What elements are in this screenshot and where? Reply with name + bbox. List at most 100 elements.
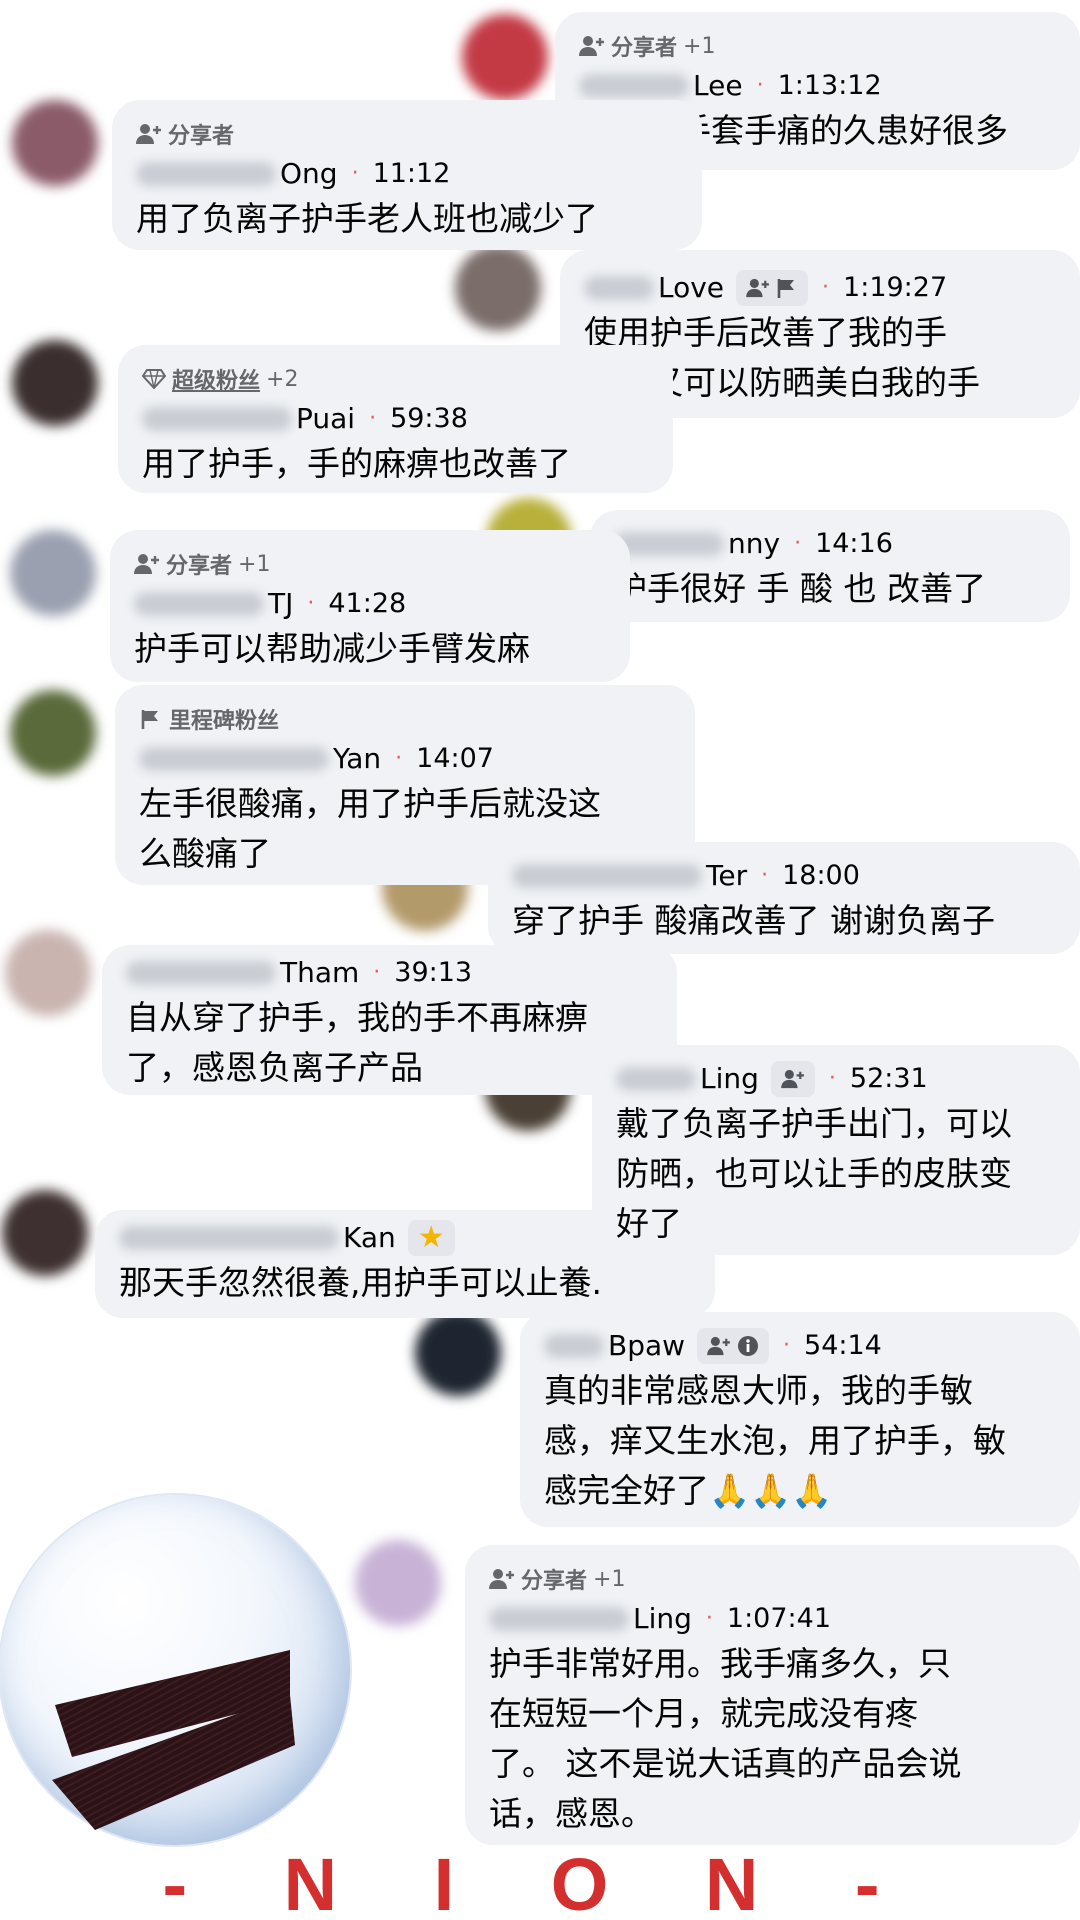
- comment-bubble: Bpaw · 54:14 真的非常感恩大师，我的手敏 感，痒又生水泡，用了护手，…: [520, 1312, 1080, 1527]
- comment-time[interactable]: 1:19:27: [843, 268, 947, 308]
- commenter-name[interactable]: Kan: [343, 1218, 396, 1258]
- commenter-name[interactable]: nny: [728, 524, 780, 564]
- blurred-name: [136, 162, 276, 186]
- avatar[interactable]: [355, 1540, 441, 1626]
- badge-sharer: 分享者: [136, 118, 678, 150]
- badge-super-fan: 超级粉丝 +2: [142, 363, 649, 395]
- comment-time[interactable]: 1:07:41: [727, 1599, 831, 1639]
- meta-separator: ·: [373, 960, 381, 985]
- comment-text: 真的非常感恩大师，我的手敏 感，痒又生水泡，用了护手，敏 感完全好了🙏🙏🙏: [544, 1371, 1006, 1510]
- avatar[interactable]: [10, 530, 96, 616]
- meta-separator: ·: [395, 746, 403, 771]
- commenter-name[interactable]: Puai: [296, 399, 355, 439]
- comment-bubble: 分享者 +1 TJ · 41:28 护手可以帮助减少手臂发麻: [110, 530, 630, 682]
- comment-meta: TJ · 41:28: [134, 584, 606, 624]
- comment-bubble: 分享者 Ong · 11:12 用了负离子护手老人班也减少了: [112, 100, 702, 250]
- comment-text: 护手非常好用。我手痛多久，只 在短短一个月，就完成没有疼 了。 这不是说大话真的…: [489, 1644, 962, 1833]
- comment-time[interactable]: 54:14: [804, 1326, 882, 1366]
- comment-time[interactable]: 14:07: [416, 739, 494, 779]
- avatar[interactable]: [10, 690, 96, 776]
- commenter-name[interactable]: TJ: [268, 584, 293, 624]
- badge-extra: +2: [266, 366, 299, 392]
- person-add-icon: [579, 36, 604, 56]
- blurred-name: [142, 407, 292, 431]
- comment-bubble: Ling · 52:31 戴了负离子护手出门，可以 防晒，也可以让手的皮肤变 好…: [592, 1045, 1080, 1255]
- comment-bubble: Tham · 39:13 自从穿了护手，我的手不再麻痹 了，感恩负离子产品: [102, 945, 677, 1095]
- commenter-name[interactable]: Bpaw: [608, 1326, 685, 1366]
- comment-text: 用了护手，手的麻痹也改善了: [142, 444, 571, 483]
- product-sphere: [0, 1495, 350, 1845]
- badge-label: 分享者: [521, 1569, 588, 1594]
- comment-time[interactable]: 14:16: [815, 524, 893, 564]
- flag-icon: [777, 279, 795, 298]
- comment-meta: nny · 14:16: [614, 524, 1046, 564]
- commenter-name[interactable]: Ling: [633, 1599, 692, 1639]
- meta-separator: ·: [369, 406, 377, 431]
- blurred-name: [139, 747, 329, 771]
- commenter-name[interactable]: Ong: [280, 154, 338, 194]
- badge-sharer: 分享者 +1: [579, 30, 1056, 62]
- meta-separator: ·: [828, 1066, 836, 1091]
- comment-text: 戴了负离子护手出门，可以 防晒，也可以让手的皮肤变 好了: [616, 1104, 1012, 1243]
- comment-text: 护手很好 手 酸 也 改善了: [614, 569, 986, 608]
- comment-time[interactable]: 18:00: [782, 856, 860, 896]
- blurred-name: [134, 592, 264, 616]
- avatar[interactable]: [12, 100, 98, 186]
- badge-sharer: 分享者 +1: [489, 1563, 1056, 1595]
- commenter-name[interactable]: Tham: [280, 953, 359, 993]
- testimonial-collage: 分享者 +1 Lee · 1:13:12 用了护手套手痛的久患好很多 分享者 O…: [0, 0, 1080, 1920]
- comment-meta: Yan · 14:07: [139, 739, 671, 779]
- badge-extra: +1: [238, 551, 271, 577]
- meta-separator: ·: [783, 1333, 791, 1358]
- comment-time[interactable]: 39:13: [394, 953, 472, 993]
- avatar[interactable]: [2, 1190, 88, 1276]
- blurred-name: [544, 1334, 604, 1358]
- star-icon: ★: [417, 1220, 445, 1255]
- meta-separator: ·: [307, 591, 315, 616]
- blurred-name: [489, 1607, 629, 1631]
- badge-chip[interactable]: [697, 1328, 770, 1364]
- commenter-name[interactable]: Lee: [693, 66, 743, 106]
- diamond-icon: [142, 369, 166, 389]
- comment-bubble: nny · 14:16 护手很好 手 酸 也 改善了: [590, 510, 1070, 622]
- comment-time[interactable]: 59:38: [390, 399, 468, 439]
- meta-separator: ·: [822, 275, 830, 300]
- comment-meta: Ling · 52:31: [616, 1059, 1056, 1099]
- comment-text: 护手可以帮助减少手臂发麻: [134, 629, 530, 668]
- comment-meta: Love · 1:19:27: [584, 268, 1056, 308]
- comment-time[interactable]: 11:12: [373, 154, 451, 194]
- comment-time[interactable]: 1:13:12: [778, 66, 882, 106]
- avatar[interactable]: [12, 340, 98, 426]
- meta-separator: ·: [756, 73, 764, 98]
- comment-time[interactable]: 52:31: [850, 1059, 928, 1099]
- commenter-name[interactable]: Yan: [333, 739, 381, 779]
- blurred-name: [616, 1067, 696, 1091]
- avatar[interactable]: [455, 245, 541, 331]
- badge-chip[interactable]: [736, 270, 809, 306]
- badge-sharer: 分享者 +1: [134, 548, 606, 580]
- commenter-name[interactable]: Ter: [706, 856, 747, 896]
- blurred-name: [584, 276, 654, 300]
- flag-icon: [141, 710, 158, 729]
- commenter-name[interactable]: Ling: [700, 1059, 759, 1099]
- avatar[interactable]: [462, 14, 548, 100]
- comment-time[interactable]: 41:28: [328, 584, 406, 624]
- person-add-icon: [489, 1569, 514, 1589]
- badge-label[interactable]: 超级粉丝: [172, 363, 260, 395]
- avatar[interactable]: [415, 1310, 501, 1396]
- commenter-name[interactable]: Love: [658, 268, 724, 308]
- comment-bubble: Ter · 18:00 穿了护手 酸痛改善了 谢谢负离子: [488, 842, 1080, 954]
- meta-separator: ·: [794, 531, 802, 556]
- info-icon: [738, 1336, 759, 1356]
- person-add-icon: [781, 1069, 804, 1089]
- badge-label: 分享者: [611, 36, 678, 61]
- comment-text: 穿了护手 酸痛改善了 谢谢负离子: [512, 901, 995, 940]
- badge-chip[interactable]: ★: [407, 1220, 455, 1256]
- badge-chip[interactable]: [770, 1061, 815, 1097]
- person-add-icon: [707, 1336, 730, 1356]
- badge-label: 分享者: [166, 554, 233, 579]
- blurred-name: [614, 532, 724, 556]
- badge-extra: +1: [593, 1566, 626, 1592]
- avatar[interactable]: [5, 930, 91, 1016]
- person-add-icon: [134, 554, 159, 574]
